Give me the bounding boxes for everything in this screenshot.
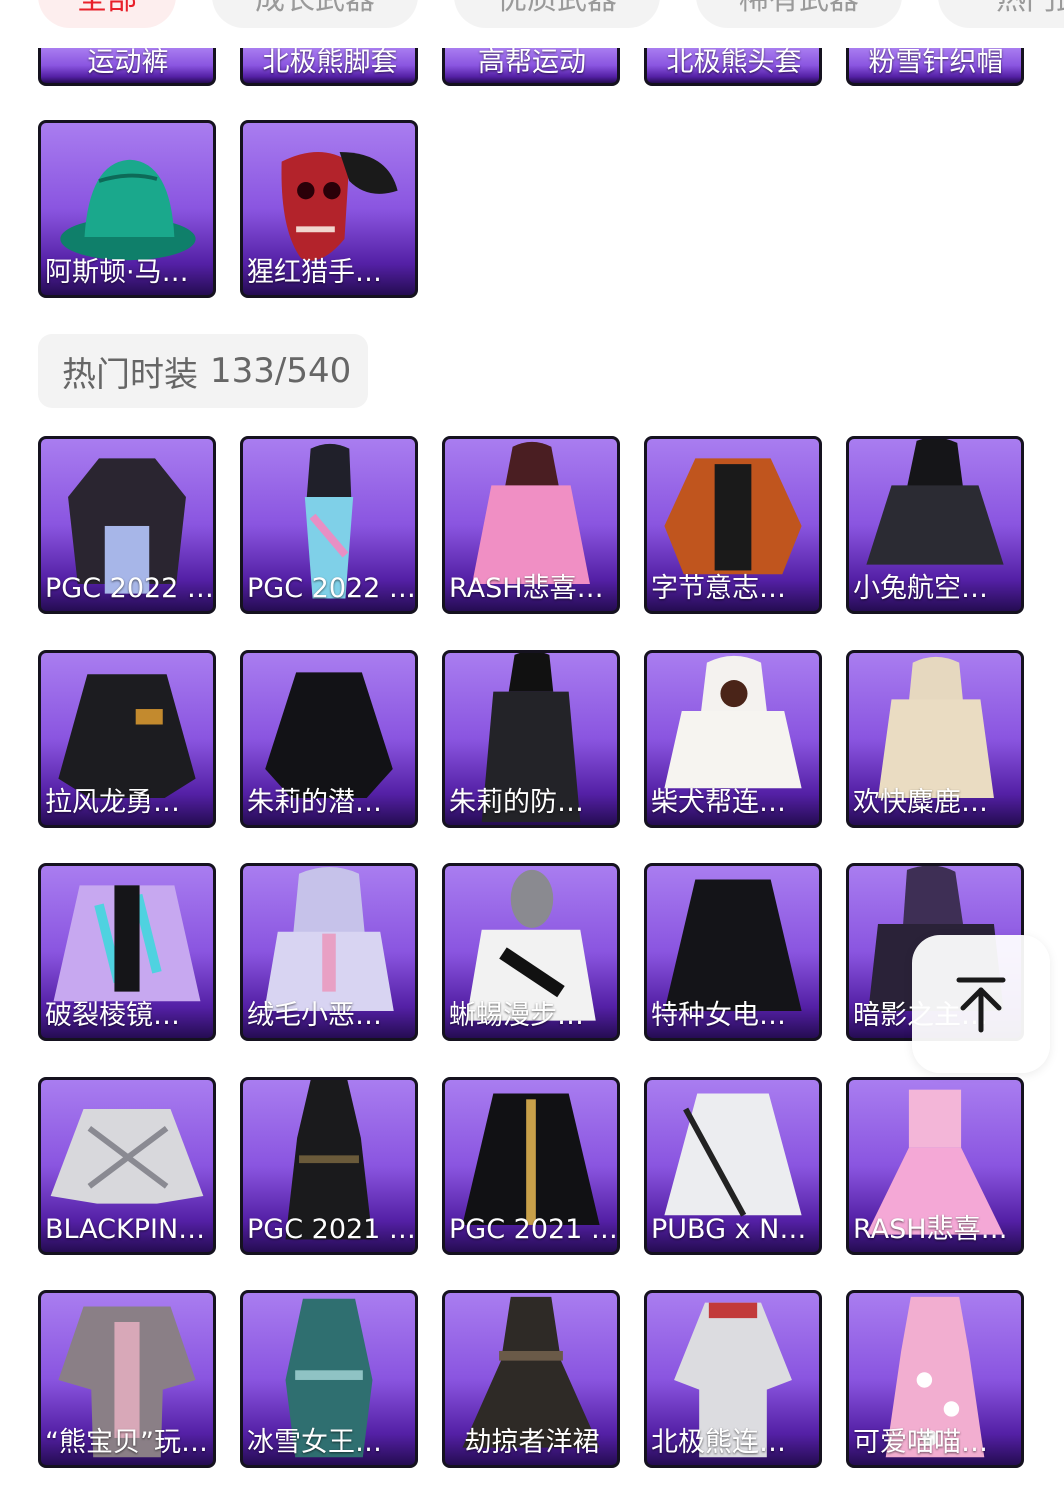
item-label: 粉雪针织帽 — [868, 48, 1004, 78]
tab-all[interactable]: 全部 — [38, 0, 176, 28]
item-label: 高帮运动 — [478, 48, 586, 78]
item-tile[interactable]: 猩红猎手… — [240, 120, 418, 298]
hot-fashion-row: PGC 2022 … PGC 2022 … RASH悲喜… 字节意志… 小兔航空… — [38, 436, 1024, 614]
item-label: 朱莉的防… — [449, 787, 584, 818]
item-label: 蜥蜴漫步… — [449, 1000, 584, 1031]
item-tile[interactable]: RASH悲喜… — [846, 1077, 1024, 1255]
item-tile[interactable]: PGC 2022 … — [38, 436, 216, 614]
item-tile[interactable]: 冰雪女王… — [240, 1290, 418, 1468]
item-tile[interactable]: 字节意志… — [644, 436, 822, 614]
item-label: 字节意志… — [651, 573, 786, 604]
item-label: BLACKPIN… — [45, 1214, 206, 1245]
arrow-up-to-line-icon — [956, 977, 1006, 1033]
item-label: “熊宝贝”玩… — [45, 1427, 208, 1458]
item-tile[interactable]: 粉雪针织帽 — [846, 48, 1024, 86]
item-tile[interactable]: 柴犬帮连… — [644, 650, 822, 828]
item-tile[interactable]: 高帮运动 — [442, 48, 620, 86]
item-tile[interactable]: 拉风龙勇… — [38, 650, 216, 828]
item-tile[interactable]: 运动裤 — [38, 48, 216, 86]
tab-hot-weapons[interactable]: 热门武 — [938, 0, 1064, 28]
item-tile[interactable]: 小兔航空… — [846, 436, 1024, 614]
item-tile[interactable]: BLACKPIN… — [38, 1077, 216, 1255]
tab-growth-weapons[interactable]: 成长武器 — [212, 0, 418, 28]
previous-section-row: 阿斯顿·马… 猩红猎手… — [38, 120, 418, 298]
item-label: 北极熊脚套 — [262, 48, 398, 78]
item-label: 特种女电… — [651, 1000, 786, 1031]
item-tile[interactable]: 欢快麋鹿… — [846, 650, 1024, 828]
item-tile[interactable]: 朱莉的潜… — [240, 650, 418, 828]
item-label: 破裂棱镜… — [45, 1000, 180, 1031]
item-label: PGC 2021 … — [449, 1214, 615, 1245]
section-count: 133/540 — [210, 351, 352, 391]
item-tile[interactable]: 阿斯顿·马… — [38, 120, 216, 298]
item-tile[interactable]: PGC 2022 … — [240, 436, 418, 614]
item-label: RASH悲喜… — [853, 1214, 1008, 1245]
item-tile[interactable]: 北极熊脚套 — [240, 48, 418, 86]
previous-section-partial-row: 运动裤 北极熊脚套 高帮运动 北极熊头套 粉雪针织帽 — [38, 48, 1024, 86]
item-tile[interactable]: 北极熊头套 — [644, 48, 822, 86]
item-tile[interactable]: RASH悲喜… — [442, 436, 620, 614]
page: 全部 成长武器 优质武器 稀有武器 热门武 运动裤 北极熊脚套 高帮运动 北极熊… — [0, 0, 1064, 1489]
item-tile[interactable]: PGC 2021 … — [240, 1077, 418, 1255]
item-label: 阿斯顿·马… — [45, 257, 189, 288]
item-label: 猩红猎手… — [247, 257, 382, 288]
item-tile[interactable]: 破裂棱镜… — [38, 863, 216, 1041]
item-tile[interactable]: PUBG x N… — [644, 1077, 822, 1255]
item-label: PUBG x N… — [651, 1214, 807, 1245]
item-label: PGC 2022 … — [45, 573, 211, 604]
item-label: 冰雪女王… — [247, 1427, 382, 1458]
item-tile[interactable]: 北极熊连… — [644, 1290, 822, 1468]
item-label: 劫掠者洋裙 — [464, 1427, 600, 1458]
item-tile[interactable]: 特种女电… — [644, 863, 822, 1041]
back-to-top-button[interactable] — [912, 935, 1050, 1073]
item-tile[interactable]: 绒毛小恶… — [240, 863, 418, 1041]
item-label: 北极熊头套 — [666, 48, 802, 78]
hot-fashion-row: BLACKPIN… PGC 2021 … PGC 2021 … PUBG x N… — [38, 1077, 1024, 1255]
item-tile[interactable]: “熊宝贝”玩… — [38, 1290, 216, 1468]
tab-rare-weapons[interactable]: 稀有武器 — [696, 0, 902, 28]
item-label: 运动裤 — [87, 48, 169, 78]
hot-fashion-row: “熊宝贝”玩… 冰雪女王… 劫掠者洋裙 北极熊连… 可爱喵喵… — [38, 1290, 1024, 1468]
item-tile[interactable]: 可爱喵喵… — [846, 1290, 1024, 1468]
hot-fashion-row: 拉风龙勇… 朱莉的潜… 朱莉的防… 柴犬帮连… 欢快麋鹿… — [38, 650, 1024, 828]
item-tile[interactable]: 朱莉的防… — [442, 650, 620, 828]
item-label: 绒毛小恶… — [247, 1000, 382, 1031]
item-label: 小兔航空… — [853, 573, 988, 604]
tab-quality-weapons[interactable]: 优质武器 — [454, 0, 660, 28]
section-header-hot-fashion: 热门时装 133/540 — [38, 334, 368, 408]
item-label: RASH悲喜… — [449, 573, 604, 604]
filter-tabs: 全部 成长武器 优质武器 稀有武器 热门武 — [38, 0, 1064, 28]
item-tile[interactable]: PGC 2021 … — [442, 1077, 620, 1255]
item-label: 朱莉的潜… — [247, 787, 382, 818]
item-tile[interactable]: 蜥蜴漫步… — [442, 863, 620, 1041]
item-label: 北极熊连… — [651, 1427, 786, 1458]
item-label: PGC 2021 … — [247, 1214, 413, 1245]
hot-fashion-row: 破裂棱镜… 绒毛小恶… 蜥蜴漫步… 特种女电… 暗影之主… — [38, 863, 1024, 1041]
item-label: 柴犬帮连… — [651, 787, 786, 818]
item-label: PGC 2022 … — [247, 573, 413, 604]
item-label: 可爱喵喵… — [853, 1427, 988, 1458]
item-label: 拉风龙勇… — [45, 787, 180, 818]
item-tile[interactable]: 劫掠者洋裙 — [442, 1290, 620, 1468]
section-title: 热门时装 — [62, 354, 198, 395]
item-label: 欢快麋鹿… — [853, 787, 988, 818]
